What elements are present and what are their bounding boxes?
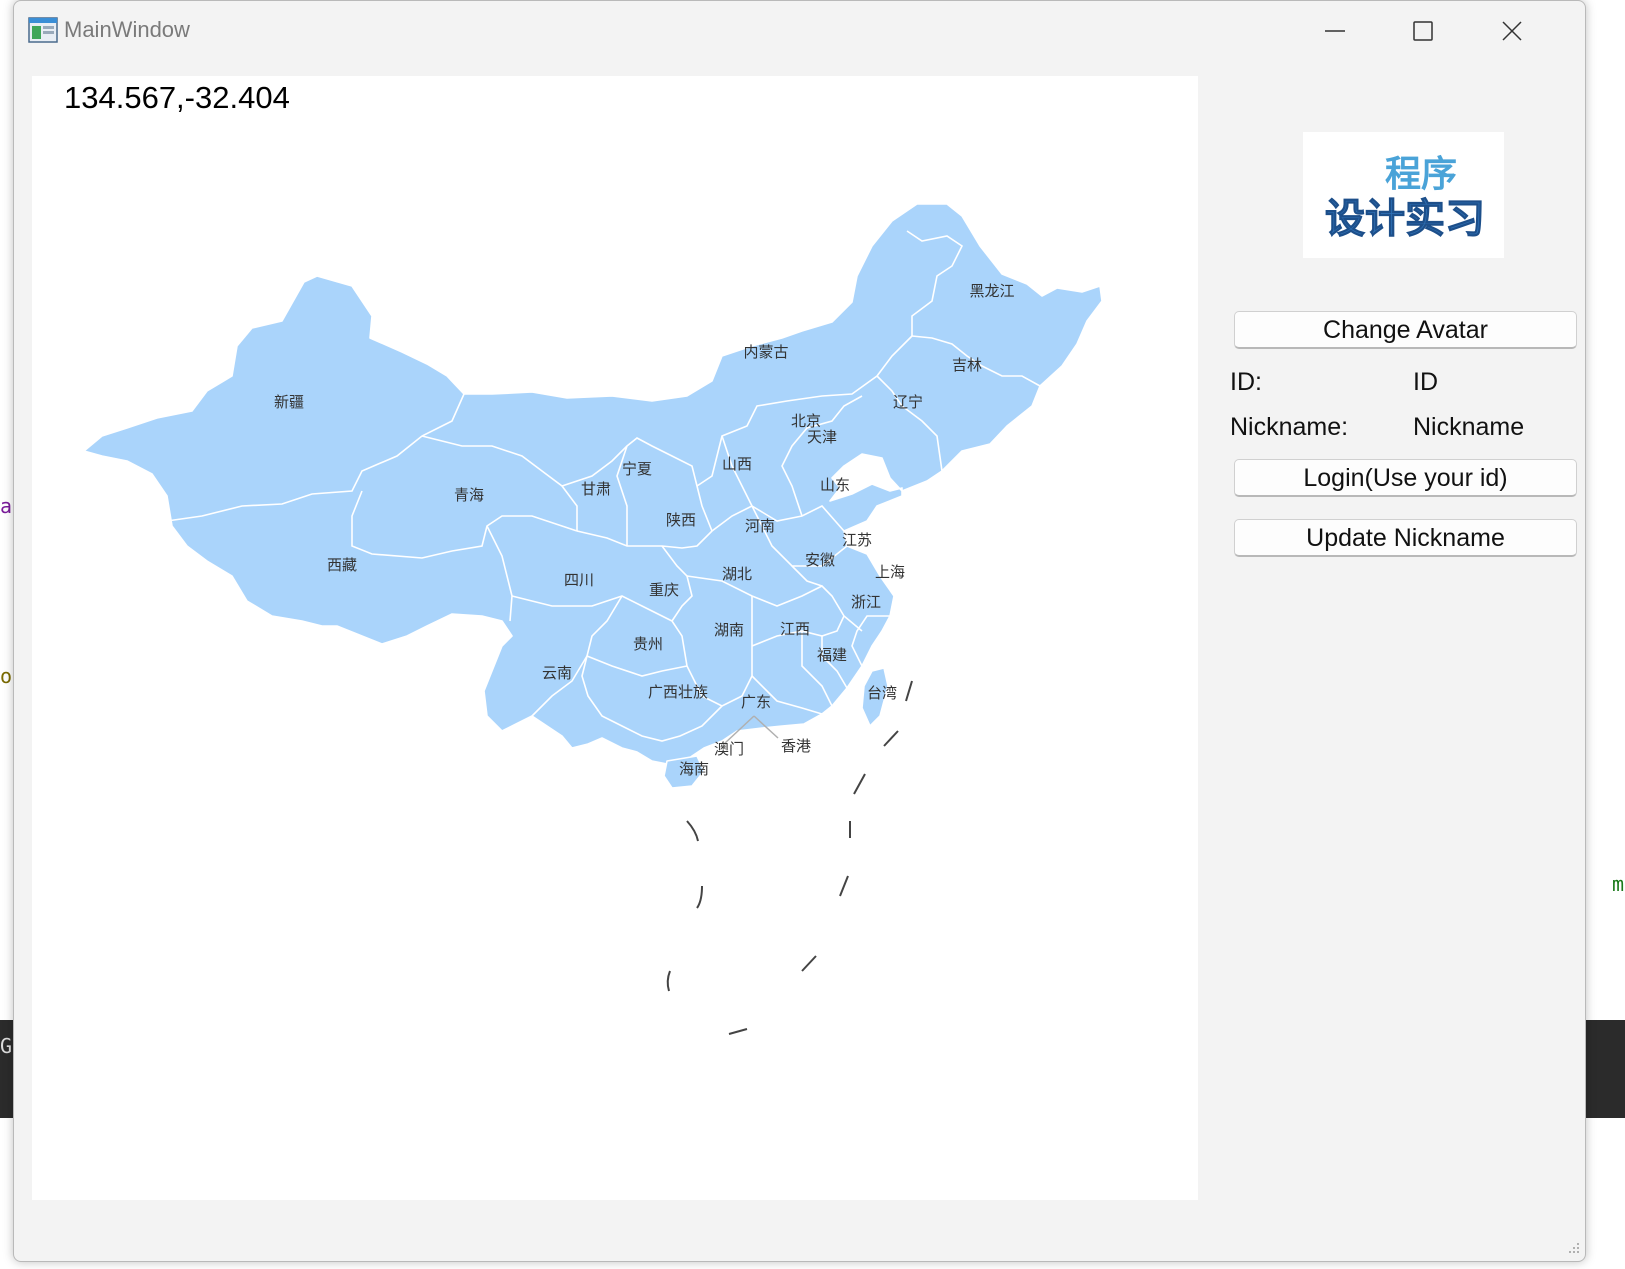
background-editor-strip-right xyxy=(1586,1020,1625,1118)
label-hainan: 海南 xyxy=(679,760,709,778)
background-text-fragment: o xyxy=(0,664,13,688)
label-hunan: 湖南 xyxy=(714,621,744,639)
label-hubei: 湖北 xyxy=(722,565,752,583)
label-jiangxi: 江西 xyxy=(780,620,810,638)
label-fujian: 福建 xyxy=(817,646,847,664)
label-shanghai: 上海 xyxy=(875,563,905,581)
id-value: ID xyxy=(1413,368,1438,396)
label-sichuan: 四川 xyxy=(564,571,594,589)
label-jiangsu: 江苏 xyxy=(842,531,872,549)
label-guangdong: 广东 xyxy=(741,693,771,711)
label-gansu: 甘肃 xyxy=(581,480,611,498)
label-taiwan: 台湾 xyxy=(867,684,897,702)
label-macau: 澳门 xyxy=(714,740,744,758)
window-title: MainWindow xyxy=(64,17,190,42)
avatar-text-bottom: 设计实习 xyxy=(1325,196,1485,242)
nickname-label: Nickname: xyxy=(1230,413,1349,441)
label-chongqing: 重庆 xyxy=(649,581,679,599)
map-view[interactable]: 134.567,-32.404 黑龙江 吉林 辽宁 内蒙古 新疆 北京 天津 山… xyxy=(32,76,1198,1200)
main-window: MainWindow 134.567,-32.404 黑龙江 吉林 辽宁 内蒙古… xyxy=(13,0,1586,1262)
china-map[interactable]: 黑龙江 吉林 辽宁 内蒙古 新疆 北京 天津 山西 山东 宁夏 青海 甘肃 陕西… xyxy=(32,76,1198,1200)
label-shaanxi: 陕西 xyxy=(666,511,696,529)
close-icon xyxy=(1502,21,1522,41)
minimize-icon xyxy=(1325,30,1345,32)
update-nickname-button[interactable]: Update Nickname xyxy=(1234,519,1577,557)
minimize-button[interactable] xyxy=(1310,11,1360,51)
close-button[interactable] xyxy=(1487,11,1537,51)
label-tianjin: 天津 xyxy=(807,428,837,446)
label-xizang: 西藏 xyxy=(327,556,357,574)
avatar-text-top: 程序 xyxy=(1385,154,1457,195)
background-text-fragment: m xyxy=(1612,872,1625,896)
label-hongkong: 香港 xyxy=(781,737,811,755)
app-icon xyxy=(28,17,58,43)
label-zhejiang: 浙江 xyxy=(851,593,881,611)
title-bar[interactable]: MainWindow xyxy=(14,1,1585,61)
label-jilin: 吉林 xyxy=(952,356,982,374)
label-guangxi: 广西壮族 xyxy=(648,683,708,701)
label-xinjiang: 新疆 xyxy=(274,393,304,411)
login-button[interactable]: Login(Use your id) xyxy=(1234,459,1577,497)
label-guizhou: 贵州 xyxy=(633,635,663,653)
label-anhui: 安徽 xyxy=(805,551,835,569)
label-henan: 河南 xyxy=(745,517,775,535)
maximize-button[interactable] xyxy=(1398,11,1448,51)
background-text-fragment: a xyxy=(0,494,13,518)
change-avatar-button[interactable]: Change Avatar xyxy=(1234,311,1577,349)
maximize-icon xyxy=(1413,21,1433,41)
label-qinghai: 青海 xyxy=(454,486,484,504)
label-shandong: 山东 xyxy=(820,476,850,494)
label-shanxi: 山西 xyxy=(722,455,752,473)
label-yunnan: 云南 xyxy=(542,664,572,682)
label-ningxia: 宁夏 xyxy=(622,460,652,478)
background-text-fragment: G xyxy=(0,1034,13,1058)
label-heilongjiang: 黑龙江 xyxy=(969,282,1014,300)
nickname-value: Nickname xyxy=(1413,413,1525,441)
avatar: 程序 设计实习 xyxy=(1303,132,1504,258)
label-neimenggu: 内蒙古 xyxy=(743,343,788,361)
id-label: ID: xyxy=(1230,368,1262,396)
label-liaoning: 辽宁 xyxy=(893,393,923,411)
resize-grip-icon[interactable] xyxy=(1565,1241,1581,1257)
avatar-logo: 程序 设计实习 xyxy=(1303,132,1504,258)
